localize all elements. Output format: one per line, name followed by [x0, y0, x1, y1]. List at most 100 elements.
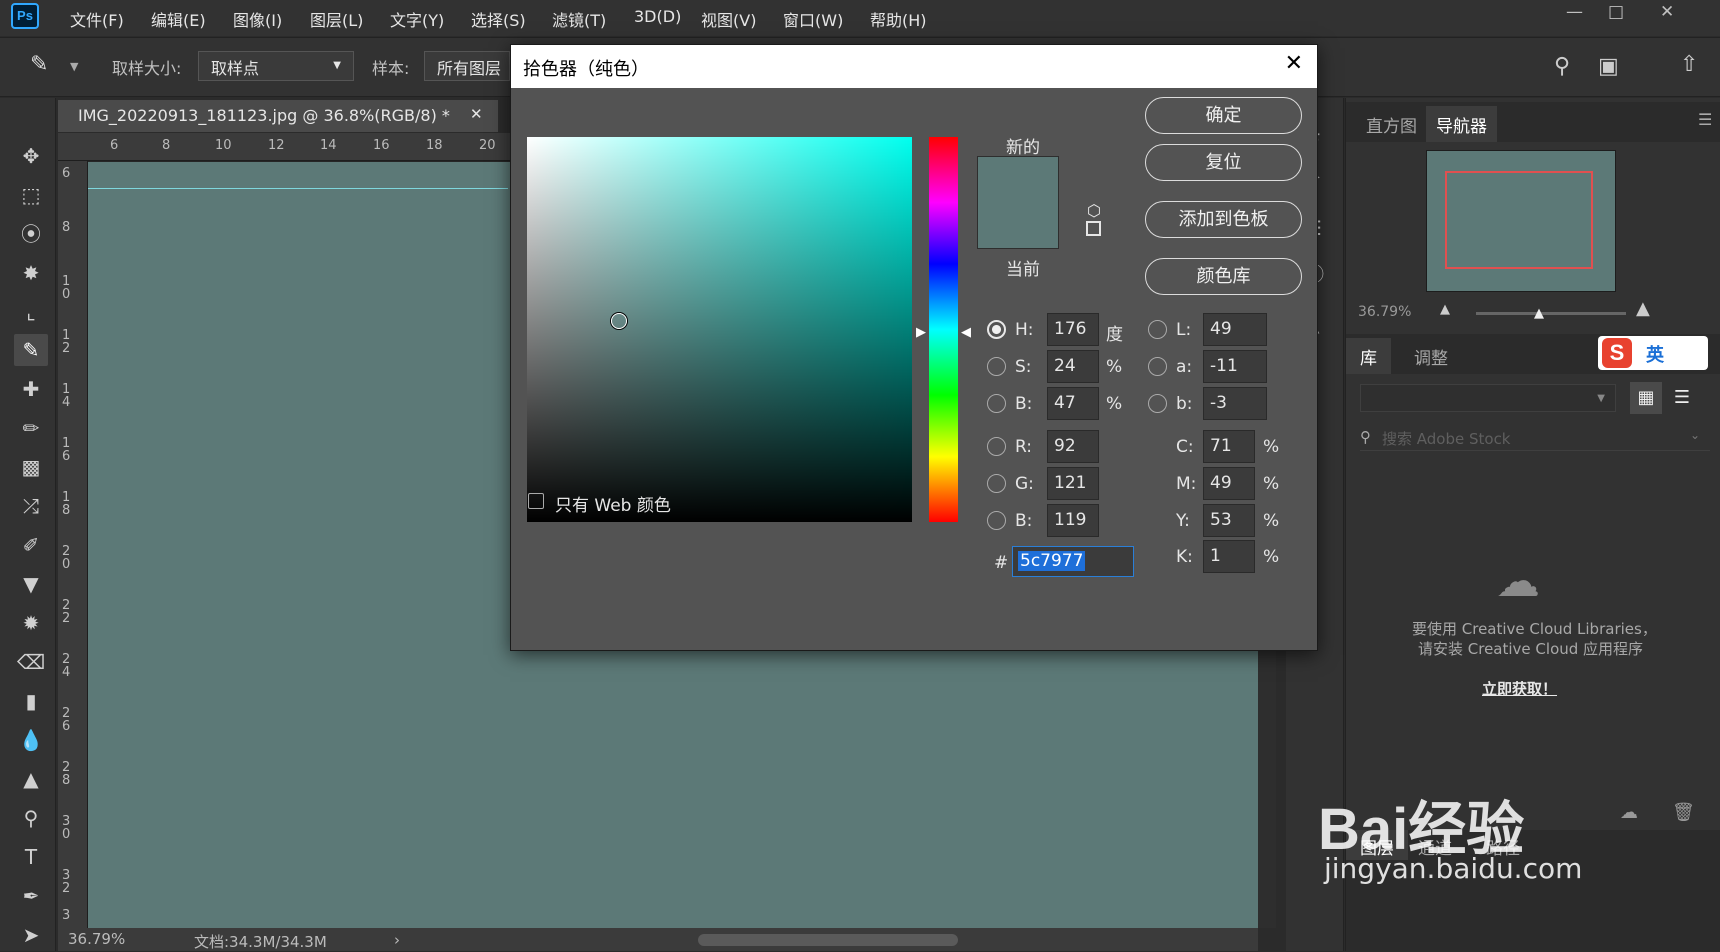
close-tab-icon[interactable]: ✕ — [470, 105, 483, 123]
menu-file[interactable]: 文件(F) — [70, 7, 124, 31]
tab-adjustments[interactable]: 调整 — [1414, 344, 1448, 369]
hue-marker-left-icon[interactable]: ▶ — [916, 325, 926, 340]
tab-navigator[interactable]: 导航器 — [1426, 106, 1497, 142]
quick-select-tool-icon[interactable]: ✸ — [14, 257, 48, 289]
gamut-cube-icon[interactable]: ⬡ — [1087, 201, 1101, 220]
blur-tool-icon[interactable]: 💧 — [14, 724, 48, 756]
green-input[interactable]: 121 — [1047, 467, 1099, 500]
magenta-input[interactable]: 49 — [1203, 467, 1255, 500]
sample-select[interactable]: 所有图层 — [424, 51, 510, 81]
healing-tool-icon[interactable]: ✚ — [14, 373, 48, 405]
web-safe-square-icon[interactable] — [1086, 221, 1101, 236]
tab-histogram[interactable]: 直方图 — [1360, 110, 1423, 139]
color-field[interactable] — [527, 137, 912, 522]
radio-saturation[interactable] — [987, 357, 1006, 376]
eyedropper-tool-icon[interactable]: ✎ — [14, 334, 48, 366]
maximize-icon[interactable]: □ — [1608, 2, 1624, 22]
zoom-out-icon[interactable]: ▲ — [1440, 302, 1450, 317]
close-window-icon[interactable]: ✕ — [1660, 2, 1674, 22]
radio-green[interactable] — [987, 474, 1006, 493]
document-tab[interactable]: IMG_20220913_181123.jpg @ 36.8%(RGB/8) *… — [58, 100, 498, 132]
color-libraries-button[interactable]: 颜色库 — [1145, 258, 1302, 295]
clone-stamp-icon[interactable]: ▼ — [14, 568, 48, 600]
tab-libraries[interactable]: 库 — [1346, 338, 1391, 374]
paint-brush-icon[interactable]: ✐ — [14, 529, 48, 561]
menu-window[interactable]: 窗口(W) — [783, 7, 843, 31]
zoom-in-icon[interactable]: ▲ — [1636, 298, 1650, 319]
saturation-input[interactable]: 24 — [1047, 350, 1099, 383]
menu-view[interactable]: 视图(V) — [701, 7, 756, 31]
zoom-slider-handle[interactable]: ▲ — [1534, 306, 1548, 321]
gradient-tool-icon[interactable]: ▮ — [14, 685, 48, 717]
history-brush-icon[interactable]: ⤮ — [14, 490, 48, 522]
black-input[interactable]: 1 — [1203, 540, 1255, 573]
horizontal-scrollbar[interactable] — [698, 934, 958, 946]
lab-a-input[interactable]: -11 — [1203, 350, 1267, 383]
radio-blue[interactable] — [987, 511, 1006, 530]
workspace-icon[interactable]: ▣ — [1598, 54, 1619, 79]
menu-help[interactable]: 帮助(H) — [870, 7, 927, 31]
add-to-swatches-button[interactable]: 添加到色板 — [1145, 201, 1302, 238]
radio-brightness[interactable] — [987, 394, 1006, 413]
hex-input[interactable]: 5c7977 — [1012, 546, 1134, 577]
type-tool-icon[interactable]: T — [14, 841, 48, 873]
blue-input[interactable]: 119 — [1047, 504, 1099, 537]
grid-view-icon[interactable]: ▦ — [1630, 382, 1662, 414]
get-now-link[interactable]: 立即获取！ — [1482, 678, 1557, 699]
stock-search-input[interactable]: 搜索 Adobe Stock — [1382, 428, 1511, 449]
red-input[interactable]: 92 — [1047, 430, 1099, 463]
hue-marker-right-icon[interactable]: ◀ — [961, 325, 971, 340]
hue-input[interactable]: 176 — [1047, 313, 1099, 346]
brush-tool-icon[interactable]: ✏ — [14, 412, 48, 444]
reset-button[interactable]: 复位 — [1145, 144, 1302, 181]
art-brush-icon[interactable]: ✹ — [14, 607, 48, 639]
navigator-zoom[interactable]: 36.79% — [1358, 304, 1411, 320]
path-select-icon[interactable]: ➤ — [14, 919, 48, 951]
sample-size-select[interactable]: 取样点 ▼ — [198, 51, 354, 81]
yellow-input[interactable]: 53 — [1203, 504, 1255, 537]
lab-l-input[interactable]: 49 — [1203, 313, 1267, 346]
minimize-icon[interactable]: — — [1566, 2, 1583, 22]
move-tool-icon[interactable]: ✥ — [14, 140, 48, 172]
ime-indicator[interactable]: S 英 — [1598, 336, 1708, 370]
zoom-level[interactable]: 36.79% — [68, 930, 125, 948]
current-color-swatch[interactable] — [978, 203, 1058, 248]
vertical-ruler[interactable]: 6 8 1 0 1 2 1 4 1 6 1 8 2 0 2 2 2 4 2 6 … — [58, 161, 88, 928]
chevron-down-icon[interactable]: ▼ — [70, 60, 78, 73]
radio-lab-a[interactable] — [1148, 357, 1167, 376]
zoom-slider[interactable]: ▲ — [1476, 306, 1626, 321]
navigator-view-box[interactable] — [1445, 171, 1593, 269]
lasso-tool-icon[interactable]: ⦿ — [14, 218, 48, 250]
color-field-picker[interactable] — [611, 313, 627, 329]
share-icon[interactable]: ⇧ — [1680, 52, 1698, 77]
hue-slider[interactable] — [929, 137, 958, 522]
navigator-thumbnail[interactable] — [1426, 150, 1616, 292]
chevron-right-icon[interactable]: › — [394, 931, 400, 949]
panel-menu-icon[interactable]: ☰ — [1698, 110, 1712, 129]
ok-button[interactable]: 确定 — [1145, 97, 1302, 134]
menu-type[interactable]: 文字(Y) — [390, 7, 444, 31]
eraser-tool-icon[interactable]: ⌫ — [14, 646, 48, 678]
menu-layer[interactable]: 图层(L) — [310, 7, 363, 31]
search-icon[interactable]: ⚲ — [1554, 54, 1570, 79]
menu-3d[interactable]: 3D(D) — [634, 7, 681, 26]
dialog-close-icon[interactable]: ✕ — [1285, 51, 1303, 76]
library-select[interactable]: ▼ — [1360, 384, 1616, 412]
sharpen-tool-icon[interactable]: ▲ — [14, 763, 48, 795]
chevron-down-icon[interactable]: ⌄ — [1690, 428, 1700, 442]
menu-image[interactable]: 图像(I) — [233, 7, 282, 31]
eyedropper-icon[interactable]: ✎ — [30, 52, 48, 77]
crop-tool-icon[interactable]: ⌞ — [14, 296, 48, 328]
cyan-input[interactable]: 71 — [1203, 430, 1255, 463]
radio-hue[interactable] — [987, 320, 1006, 339]
menu-select[interactable]: 选择(S) — [471, 7, 526, 31]
list-view-icon[interactable]: ☰ — [1666, 382, 1698, 414]
dodge-tool-icon[interactable]: ⚲ — [14, 802, 48, 834]
radio-red[interactable] — [987, 437, 1006, 456]
radio-lab-l[interactable] — [1148, 320, 1167, 339]
marquee-tool-icon[interactable]: ⬚ — [14, 179, 48, 211]
web-only-checkbox[interactable] — [528, 493, 544, 509]
document-info[interactable]: 文档:34.3M/34.3M — [194, 931, 327, 952]
radio-lab-b[interactable] — [1148, 394, 1167, 413]
menu-filter[interactable]: 滤镜(T) — [552, 7, 606, 31]
